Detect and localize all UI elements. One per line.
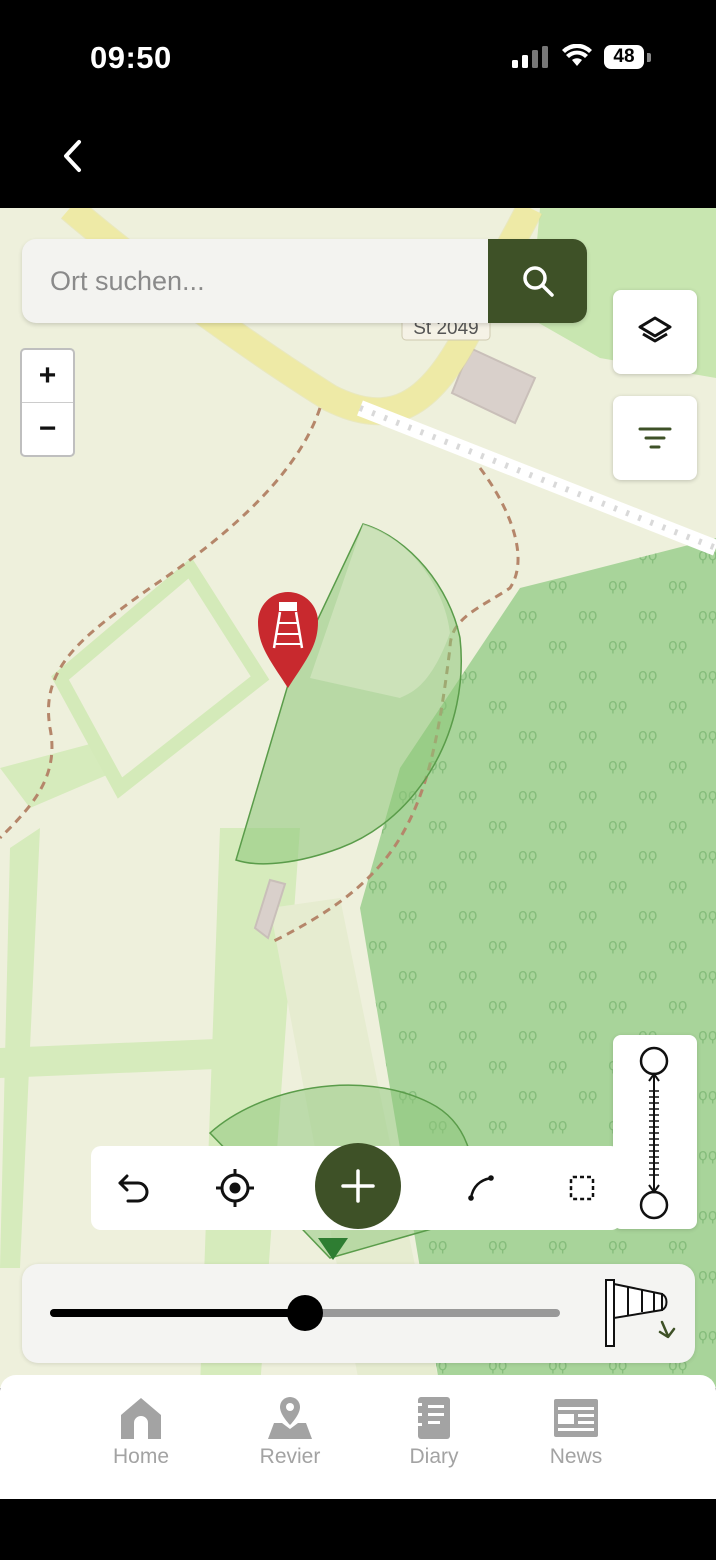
add-button[interactable] xyxy=(315,1143,401,1229)
map-view[interactable]: ϙϙ ϙϙ St 2049 xyxy=(0,208,716,1388)
home-indicator-area xyxy=(0,1499,716,1560)
plus-icon xyxy=(341,1169,375,1203)
distance-measure-icon xyxy=(639,1046,669,1220)
distance-measure-control[interactable] xyxy=(613,1035,697,1229)
bottom-tab-bar: Home Revier Diary News xyxy=(0,1375,716,1499)
zoom-out-button[interactable]: − xyxy=(22,403,73,455)
battery-tip xyxy=(647,53,651,62)
layers-button[interactable] xyxy=(613,290,697,374)
filter-button[interactable] xyxy=(613,396,697,480)
diary-icon xyxy=(416,1397,450,1439)
status-time: 09:50 xyxy=(90,40,172,75)
chevron-left-icon xyxy=(64,140,81,172)
tab-news[interactable]: News xyxy=(511,1395,641,1485)
filter-icon xyxy=(638,427,672,449)
undo-icon xyxy=(118,1174,149,1203)
search-input[interactable] xyxy=(22,239,488,323)
select-area-button[interactable] xyxy=(556,1162,608,1214)
revier-map-icon xyxy=(268,1397,312,1439)
back-button[interactable] xyxy=(50,134,94,178)
tab-home-label: Home xyxy=(112,1445,170,1468)
layers-icon xyxy=(638,316,672,343)
wind-time-slider[interactable] xyxy=(50,1295,560,1331)
wifi-icon xyxy=(562,44,592,66)
locate-me-button[interactable] xyxy=(209,1162,261,1214)
draw-path-icon xyxy=(468,1175,494,1201)
wind-time-panel xyxy=(22,1264,695,1363)
map-toolbar xyxy=(91,1143,621,1230)
dashed-square-icon xyxy=(569,1175,595,1201)
status-bar: 09:50 48 xyxy=(0,0,716,110)
tab-diary-label: Diary xyxy=(409,1445,459,1468)
tab-news-label: News xyxy=(549,1445,603,1468)
cellular-signal-icon xyxy=(512,46,548,68)
news-icon xyxy=(554,1399,598,1437)
undo-button[interactable] xyxy=(108,1162,160,1214)
nav-bar xyxy=(0,110,716,208)
search-button[interactable] xyxy=(488,239,587,323)
search-bar xyxy=(22,239,587,323)
draw-line-button[interactable] xyxy=(455,1162,507,1214)
home-icon xyxy=(121,1398,161,1439)
tab-home[interactable]: Home xyxy=(76,1395,206,1485)
zoom-in-button[interactable]: + xyxy=(22,350,73,402)
zoom-control: + − xyxy=(20,348,75,457)
slider-fill xyxy=(50,1309,305,1317)
tab-diary[interactable]: Diary xyxy=(369,1395,499,1485)
battery-indicator: 48 xyxy=(604,45,644,69)
tab-revier-label: Revier xyxy=(259,1445,321,1468)
slider-thumb[interactable] xyxy=(287,1295,323,1331)
tab-revier[interactable]: Revier xyxy=(225,1395,355,1485)
windsock-icon[interactable] xyxy=(604,1278,690,1354)
search-icon xyxy=(522,266,554,297)
crosshair-location-icon xyxy=(216,1169,254,1207)
